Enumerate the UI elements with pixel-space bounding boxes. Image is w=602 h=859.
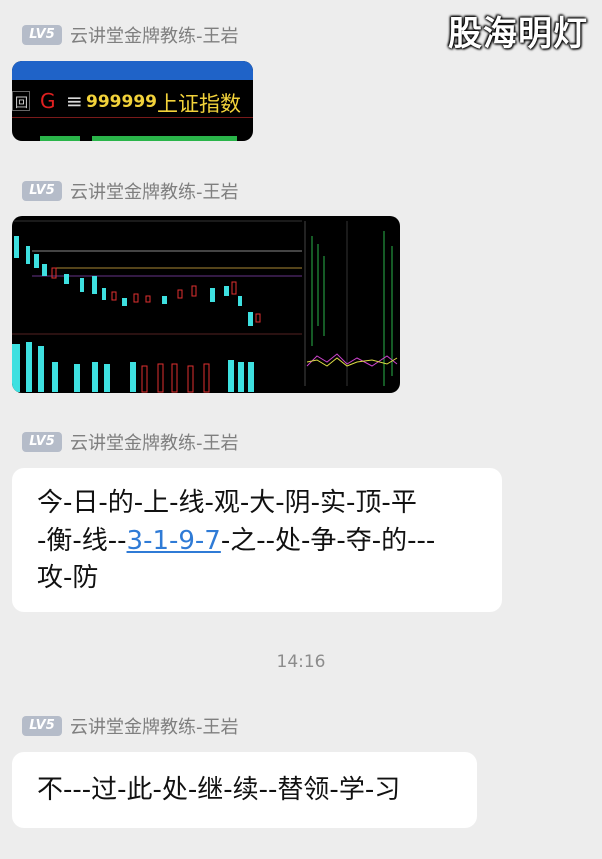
message-line: -衡-线--3-1-9-7-之--处-争-夺-的---	[37, 526, 436, 556]
text-message-bubble[interactable]: 不---过-此-处-继-续--替领-学-习	[12, 752, 477, 828]
image-message-chart[interactable]	[12, 216, 400, 393]
index-name: 上证指数	[157, 92, 241, 116]
text-message-bubble[interactable]: 今-日-的-上-线-观-大-阴-实-顶-平 -衡-线--3-1-9-7-之--处…	[12, 468, 502, 612]
sender-name[interactable]: 云讲堂金牌教练-王岩	[70, 178, 239, 204]
kline-chart	[12, 220, 398, 393]
message-line: 攻-防	[37, 563, 99, 593]
index-code: 999999	[86, 92, 157, 112]
sender-header: LV5 云讲堂金牌教练-王岩	[22, 430, 239, 454]
side-indicator	[311, 231, 393, 386]
sender-name[interactable]: 云讲堂金牌教练-王岩	[70, 429, 239, 455]
number-link[interactable]: 3-1-9-7	[127, 526, 221, 556]
equal-icon: ≡	[66, 89, 83, 113]
message-line: 今-日-的-上-线-观-大-阴-实-顶-平	[37, 488, 417, 518]
timestamp: 14:16	[276, 652, 326, 672]
message-line: 不---过-此-处-继-续--替领-学-习	[37, 775, 401, 805]
volume-bars-cyan	[12, 342, 254, 392]
sender-header: LV5 云讲堂金牌教练-王岩	[22, 23, 239, 47]
g-label: G	[40, 89, 56, 113]
sender-name[interactable]: 云讲堂金牌教练-王岩	[70, 22, 239, 48]
watermark-text: 股海明灯	[448, 14, 588, 54]
level-badge: LV5	[22, 432, 62, 452]
level-badge: LV5	[22, 716, 62, 736]
level-badge: LV5	[22, 25, 62, 45]
image-message-index[interactable]: 回 G ≡ 999999 上证指数	[12, 61, 253, 141]
volume-bars-red	[141, 363, 210, 393]
level-badge: LV5	[22, 181, 62, 201]
candles	[14, 236, 253, 326]
sender-header: LV5 云讲堂金牌教练-王岩	[22, 714, 239, 738]
menu-icon: 回	[12, 91, 30, 111]
sender-name[interactable]: 云讲堂金牌教练-王岩	[70, 713, 239, 739]
sender-header: LV5 云讲堂金牌教练-王岩	[22, 179, 239, 203]
header-bar	[12, 61, 253, 80]
